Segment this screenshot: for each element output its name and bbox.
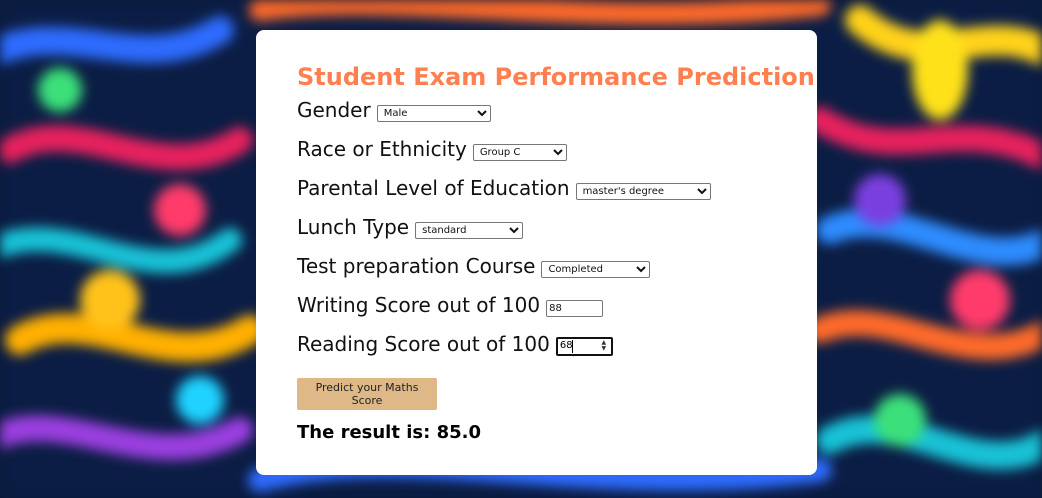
writing-score-input[interactable] xyxy=(546,299,604,317)
prediction-form-card: Student Exam Performance Prediction Gend… xyxy=(256,30,817,475)
spinner-arrows-icon[interactable]: ▲ ▼ xyxy=(599,340,609,353)
parental-education-row: Parental Level of Education master's deg… xyxy=(297,176,711,200)
race-label: Race or Ethnicity xyxy=(297,137,467,161)
gender-select[interactable]: Male xyxy=(376,104,491,122)
reading-score-row: Reading Score out of 100 68 ▲ ▼ xyxy=(297,331,613,356)
parental-education-select[interactable]: master's degree xyxy=(575,182,711,200)
page-title: Student Exam Performance Prediction xyxy=(297,63,815,91)
reading-score-value: 68 xyxy=(559,340,573,351)
predict-button[interactable]: Predict your Maths Score xyxy=(297,378,437,410)
gender-row: Gender Male xyxy=(297,98,491,122)
writing-score-label: Writing Score out of 100 xyxy=(297,293,541,317)
test-prep-select[interactable]: Completed xyxy=(541,260,651,278)
text-cursor xyxy=(571,340,573,353)
lunch-select[interactable]: standard xyxy=(415,221,524,239)
reading-score-label: Reading Score out of 100 xyxy=(297,331,550,356)
lunch-label: Lunch Type xyxy=(297,215,410,239)
parental-education-label: Parental Level of Education xyxy=(297,176,570,200)
test-prep-row: Test preparation Course Completed xyxy=(297,254,651,278)
reading-score-input[interactable]: 68 ▲ ▼ xyxy=(555,337,613,356)
test-prep-label: Test preparation Course xyxy=(297,254,536,278)
writing-score-row: Writing Score out of 100 xyxy=(297,293,604,317)
race-select[interactable]: Group C xyxy=(472,143,567,161)
gender-label: Gender xyxy=(297,98,371,122)
lunch-row: Lunch Type standard xyxy=(297,215,524,239)
result-text: The result is: 85.0 xyxy=(297,422,481,443)
race-row: Race or Ethnicity Group C xyxy=(297,137,567,161)
